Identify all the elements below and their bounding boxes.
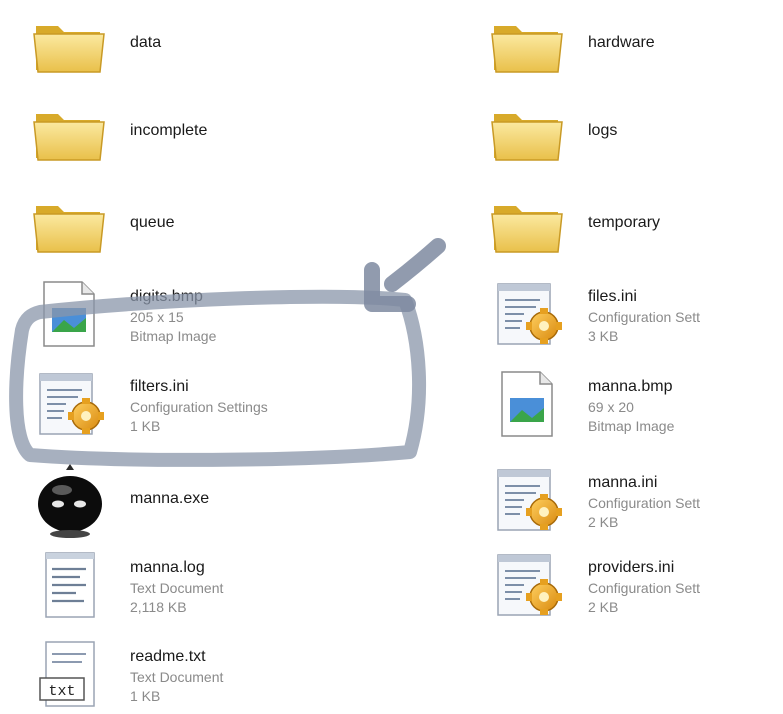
file-item[interactable]: readme.txt Text Document 1 KB [30, 634, 390, 714]
file-type: Configuration Settings [130, 399, 268, 415]
file-item[interactable]: data [30, 4, 390, 84]
application-icon [30, 460, 110, 540]
txt-file-icon [30, 634, 110, 714]
folder-icon [30, 92, 110, 172]
file-item[interactable]: manna.exe [30, 460, 390, 540]
file-name: logs [588, 122, 618, 139]
file-name: hardware [588, 34, 655, 51]
file-size: Bitmap Image [588, 418, 675, 434]
folder-icon [30, 4, 110, 84]
file-size: 1 KB [130, 688, 161, 704]
text-document-icon [30, 545, 110, 625]
file-name: files.ini [588, 288, 637, 305]
file-name: manna.log [130, 559, 205, 576]
file-size: 1 KB [130, 418, 161, 434]
folder-icon [488, 184, 568, 264]
file-name: manna.ini [588, 474, 658, 491]
file-size: 3 KB [588, 328, 619, 344]
file-type: Configuration Sett [588, 495, 701, 511]
folder-icon [30, 184, 110, 264]
bitmap-file-icon [30, 274, 110, 354]
file-type: Text Document [130, 669, 224, 685]
file-name: manna.exe [130, 490, 210, 507]
file-name: providers.ini [588, 559, 675, 576]
config-file-icon [488, 545, 568, 625]
file-type: Text Document [130, 580, 224, 596]
file-name: manna.bmp [588, 378, 673, 395]
file-item[interactable]: incomplete [30, 92, 390, 172]
file-item[interactable]: queue [30, 184, 390, 264]
bitmap-file-icon [488, 364, 568, 444]
file-item[interactable]: manna.ini Configuration Sett 2 KB [488, 460, 783, 540]
file-name: digits.bmp [130, 288, 203, 305]
file-type: 69 x 20 [588, 399, 634, 415]
file-item[interactable]: manna.bmp 69 x 20 Bitmap Image [488, 364, 783, 444]
file-size: Bitmap Image [130, 328, 217, 344]
file-item[interactable]: hardware [488, 4, 783, 84]
file-item[interactable]: digits.bmp 205 x 15 Bitmap Image [30, 274, 390, 354]
folder-icon [488, 4, 568, 84]
file-type: Configuration Sett [588, 580, 701, 596]
file-size: 2 KB [588, 599, 619, 615]
file-name: temporary [588, 214, 661, 231]
config-file-icon [488, 274, 568, 354]
file-name: queue [130, 214, 175, 231]
file-item[interactable]: files.ini Configuration Sett 3 KB [488, 274, 783, 354]
file-type: Configuration Sett [588, 309, 701, 325]
file-item[interactable]: providers.ini Configuration Sett 2 KB [488, 545, 783, 625]
file-item[interactable]: temporary [488, 184, 783, 264]
file-item[interactable]: manna.log Text Document 2,118 KB [30, 545, 390, 625]
file-name: data [130, 34, 162, 51]
config-file-icon [30, 364, 110, 444]
folder-icon [488, 92, 568, 172]
config-file-icon [488, 460, 568, 540]
file-size: 2,118 KB [130, 599, 187, 615]
file-name: filters.ini [130, 378, 189, 395]
file-name: readme.txt [130, 648, 206, 665]
file-name: incomplete [130, 122, 208, 139]
file-size: 2 KB [588, 514, 619, 530]
file-item[interactable]: logs [488, 92, 783, 172]
file-item[interactable]: filters.ini Configuration Settings 1 KB [30, 364, 390, 444]
file-type: 205 x 15 [130, 309, 184, 325]
